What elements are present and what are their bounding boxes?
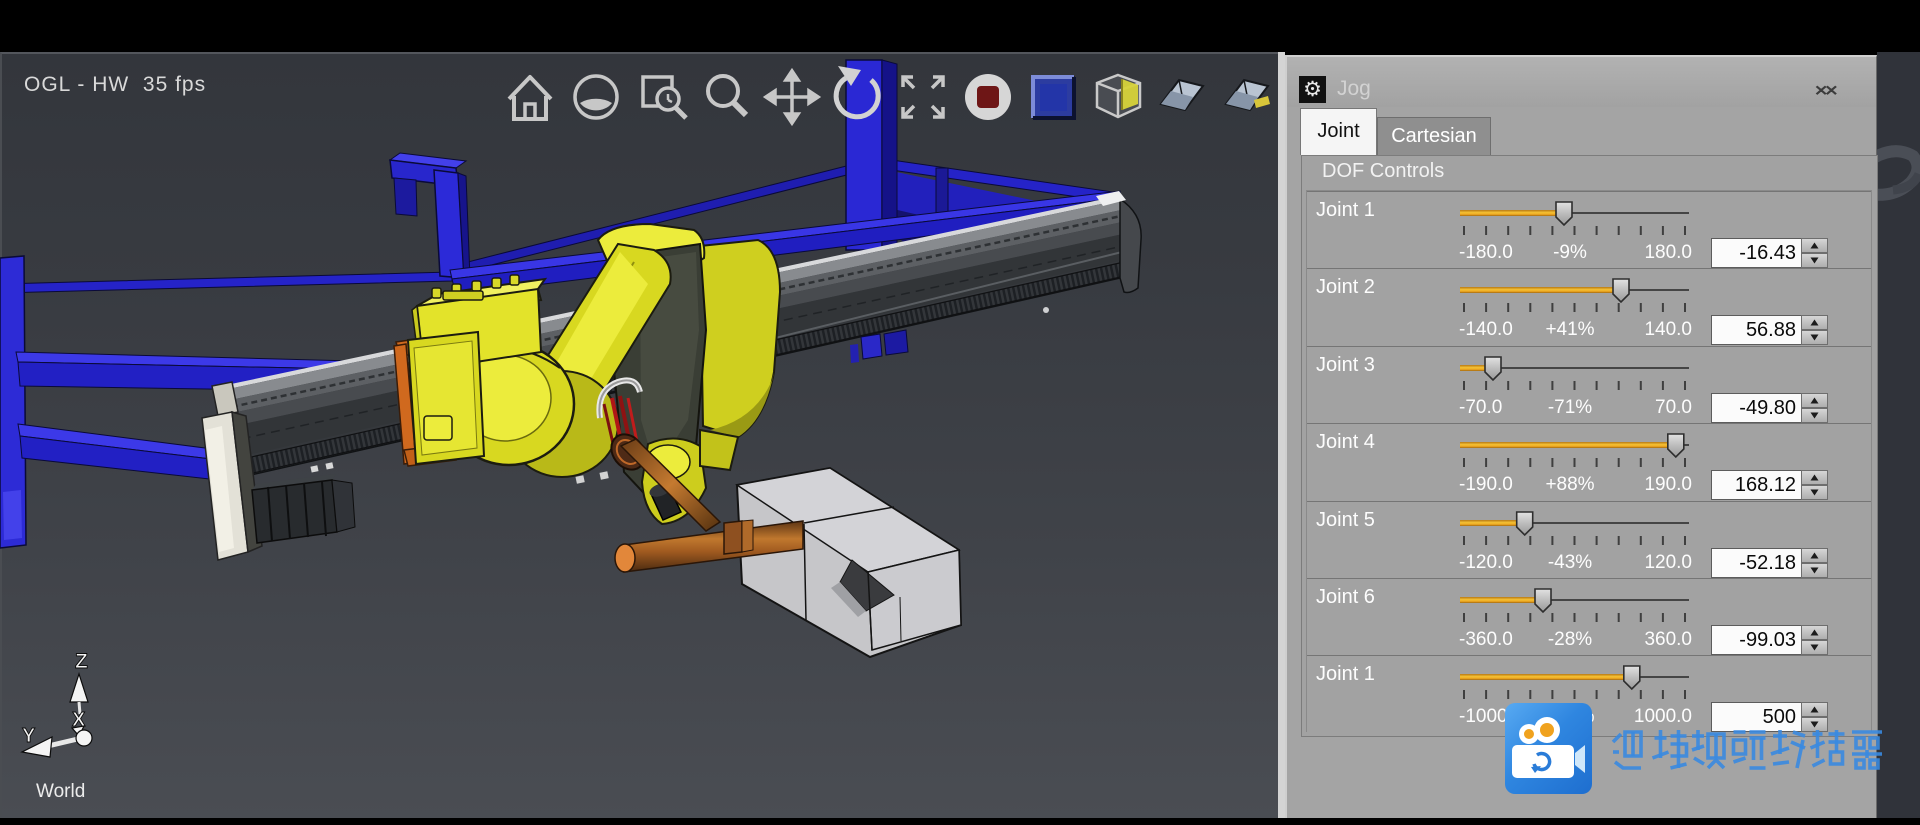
svg-text:Y: Y — [22, 725, 36, 747]
svg-text:World: World — [36, 781, 85, 802]
svg-text:Z: Z — [75, 650, 88, 673]
